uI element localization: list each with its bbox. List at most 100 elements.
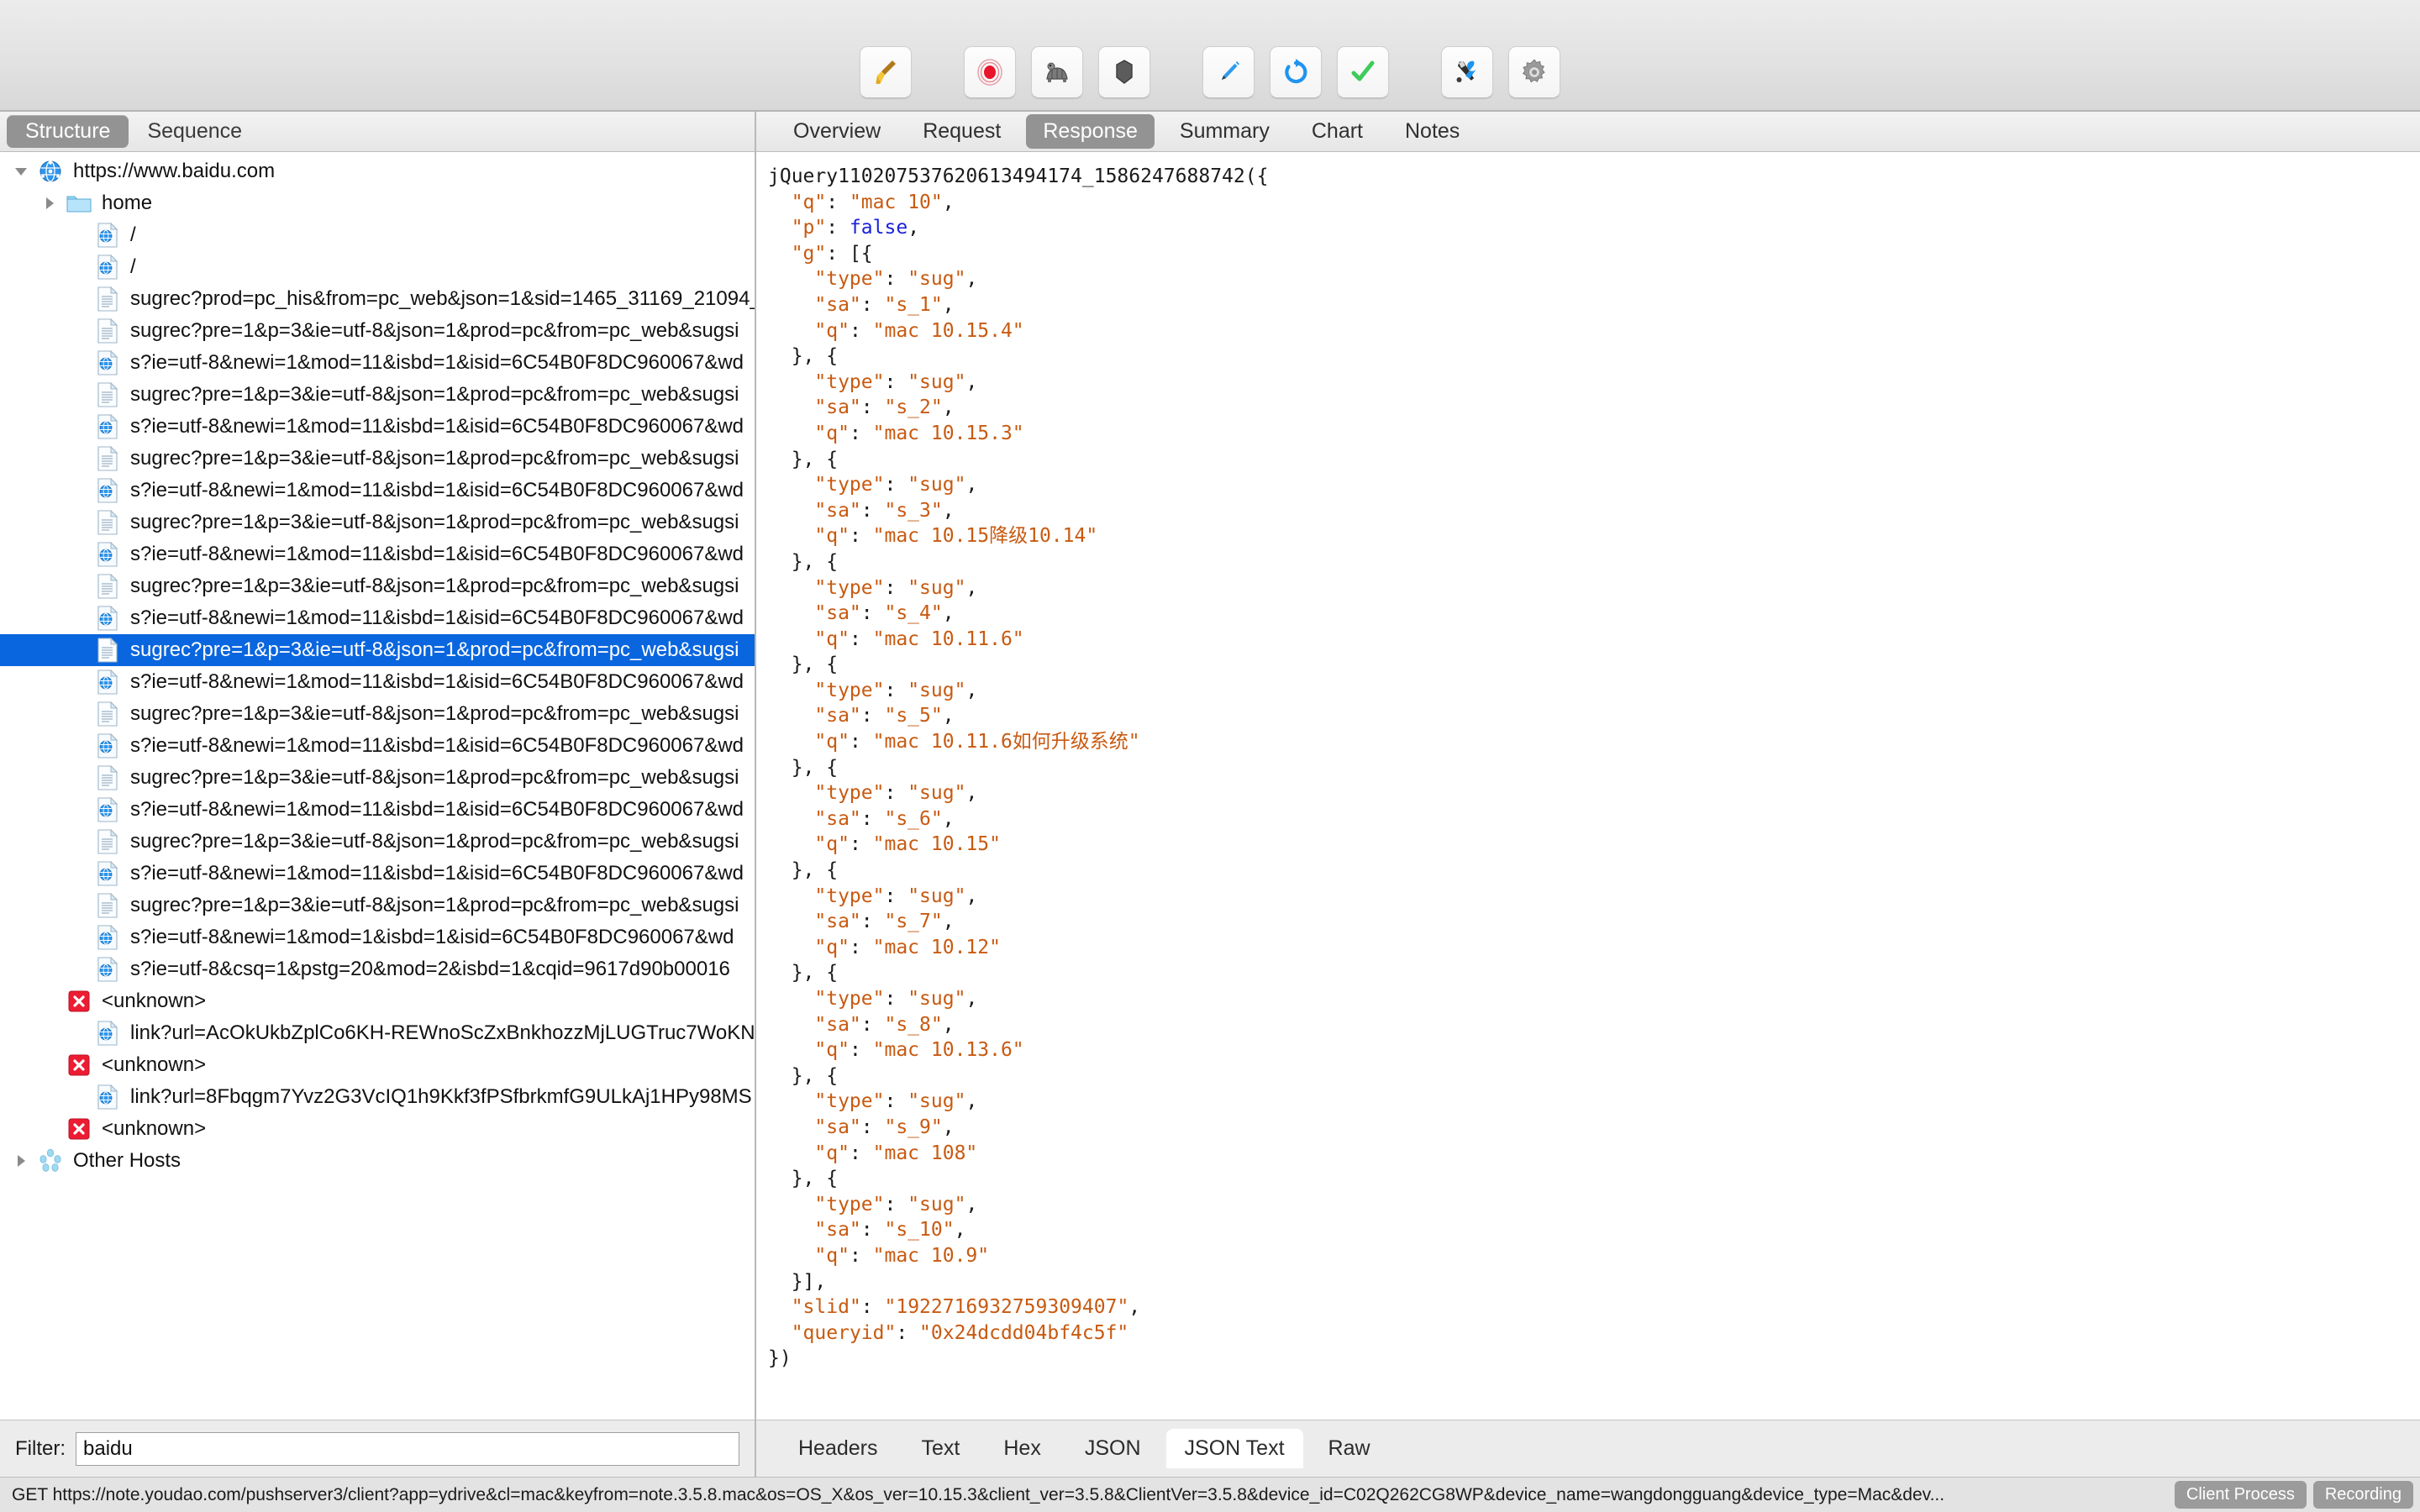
clear-broom-icon-button[interactable] <box>860 46 912 98</box>
settings-gear-icon-button[interactable] <box>1508 46 1560 98</box>
tree-row[interactable]: s?ie=utf-8&newi=1&mod=11&isbd=1&isid=6C5… <box>0 538 755 570</box>
tree-row-label: <unknown> <box>102 1117 207 1140</box>
tab-overview[interactable]: Overview <box>776 114 897 149</box>
record-icon <box>973 55 1007 89</box>
tree-row[interactable]: / <box>0 251 755 283</box>
tree-row[interactable]: sugrec?pre=1&p=3&ie=utf-8&json=1&prod=pc… <box>0 698 755 730</box>
tree-row[interactable]: link?url=AcOkUkbZplCo6KH-REWnoScZxBnkhoz… <box>0 1017 755 1049</box>
compose-pen-icon-button[interactable] <box>1202 46 1255 98</box>
tab-chart[interactable]: Chart <box>1295 114 1380 149</box>
tab-notes[interactable]: Notes <box>1388 114 1476 149</box>
tab-headers[interactable]: Headers <box>780 1429 897 1468</box>
page-doc-icon <box>92 510 123 535</box>
tree-row[interactable]: sugrec?pre=1&p=3&ie=utf-8&json=1&prod=pc… <box>0 379 755 411</box>
page-web-icon <box>92 1021 123 1046</box>
tree-row[interactable]: sugrec?pre=1&p=3&ie=utf-8&json=1&prod=pc… <box>0 570 755 602</box>
tree-row[interactable]: s?ie=utf-8&newi=1&mod=11&isbd=1&isid=6C5… <box>0 411 755 443</box>
compose-pen-icon <box>1212 55 1245 89</box>
filter-input[interactable] <box>76 1431 739 1466</box>
tree-row[interactable]: https://www.baidu.com <box>0 155 755 187</box>
record-icon-button[interactable] <box>964 46 1016 98</box>
tree-row[interactable]: s?ie=utf-8&newi=1&mod=11&isbd=1&isid=6C5… <box>0 475 755 507</box>
tree-row[interactable]: / <box>0 219 755 251</box>
tree-row-label: sugrec?prod=pc_his&from=pc_web&json=1&si… <box>130 287 755 310</box>
error-x-icon <box>64 1117 94 1141</box>
repeat-refresh-icon-button[interactable] <box>1270 46 1322 98</box>
tree-row[interactable]: <unknown> <box>0 985 755 1017</box>
disclosure-triangle-icon[interactable] <box>35 195 64 212</box>
error-x-icon <box>64 1053 94 1077</box>
tree-row[interactable]: <unknown> <box>0 1113 755 1145</box>
tab-json-text[interactable]: JSON Text <box>1165 1429 1303 1468</box>
tree-row-label: Other Hosts <box>73 1149 182 1172</box>
page-web-icon <box>92 733 123 759</box>
tree-row-label: s?ie=utf-8&csq=1&pstg=20&mod=2&isbd=1&cq… <box>130 958 730 980</box>
tree-row[interactable]: s?ie=utf-8&newi=1&mod=11&isbd=1&isid=6C5… <box>0 794 755 826</box>
tree-row[interactable]: sugrec?pre=1&p=3&ie=utf-8&json=1&prod=pc… <box>0 315 755 347</box>
tree-row[interactable]: s?ie=utf-8&csq=1&pstg=20&mod=2&isbd=1&cq… <box>0 953 755 985</box>
tools-icon-button[interactable] <box>1441 46 1493 98</box>
folder-icon <box>64 192 94 214</box>
tree-row-label: s?ie=utf-8&newi=1&mod=11&isbd=1&isid=6C5… <box>130 479 744 501</box>
tree-row[interactable]: s?ie=utf-8&newi=1&mod=11&isbd=1&isid=6C5… <box>0 347 755 379</box>
page-doc-icon <box>92 446 123 471</box>
tab-response[interactable]: Response <box>1026 114 1155 149</box>
validate-check-icon <box>1346 55 1380 89</box>
tab-sequence[interactable]: Sequence <box>129 115 260 149</box>
tree-row[interactable]: sugrec?prod=pc_his&from=pc_web&json=1&si… <box>0 283 755 315</box>
main-toolbar <box>0 0 2420 112</box>
page-doc-icon <box>92 638 123 663</box>
tab-hex[interactable]: Hex <box>985 1429 1059 1468</box>
tree-row-label: s?ie=utf-8&newi=1&mod=1&isbd=1&isid=6C54… <box>130 926 734 948</box>
throttle-turtle-icon-button[interactable] <box>1031 46 1083 98</box>
tab-text[interactable]: Text <box>903 1429 979 1468</box>
tab-structure[interactable]: Structure <box>7 114 129 149</box>
other-hosts-icon <box>35 1148 66 1173</box>
tree-row-selected[interactable]: sugrec?pre=1&p=3&ie=utf-8&json=1&prod=pc… <box>0 634 755 666</box>
tree-row[interactable]: sugrec?pre=1&p=3&ie=utf-8&json=1&prod=pc… <box>0 762 755 794</box>
tree-row[interactable]: s?ie=utf-8&newi=1&mod=1&isbd=1&isid=6C54… <box>0 921 755 953</box>
page-web-icon <box>92 606 123 631</box>
tree-row[interactable]: s?ie=utf-8&newi=1&mod=11&isbd=1&isid=6C5… <box>0 858 755 890</box>
disclosure-triangle-icon[interactable] <box>7 163 35 180</box>
tree-row-label: link?url=8Fbqgm7Yvz2G3VcIQ1h9Kkf3fPSfbrk… <box>130 1085 752 1108</box>
disclosure-triangle-icon[interactable] <box>7 1152 35 1169</box>
response-body-area[interactable]: jQuery110207537620613494174_158624768874… <box>756 152 2420 1420</box>
tree-row-label: s?ie=utf-8&newi=1&mod=11&isbd=1&isid=6C5… <box>130 670 744 693</box>
status-chip-client-process[interactable]: Client Process <box>2174 1481 2307 1509</box>
tree-row[interactable]: s?ie=utf-8&newi=1&mod=11&isbd=1&isid=6C5… <box>0 602 755 634</box>
toolbar-group-settings <box>1441 46 1560 98</box>
tools-icon <box>1450 55 1484 89</box>
tree-row-label: link?url=AcOkUkbZplCo6KH-REWnoScZxBnkhoz… <box>130 1021 755 1044</box>
tree-row-label: s?ie=utf-8&newi=1&mod=11&isbd=1&isid=6C5… <box>130 798 744 821</box>
tree-row[interactable]: sugrec?pre=1&p=3&ie=utf-8&json=1&prod=pc… <box>0 443 755 475</box>
tree-row[interactable]: sugrec?pre=1&p=3&ie=utf-8&json=1&prod=pc… <box>0 826 755 858</box>
throttle-turtle-icon <box>1040 55 1074 89</box>
tab-json[interactable]: JSON <box>1066 1429 1160 1468</box>
tree-row[interactable]: s?ie=utf-8&newi=1&mod=11&isbd=1&isid=6C5… <box>0 666 755 698</box>
tab-request[interactable]: Request <box>906 114 1018 149</box>
tree-row[interactable]: Other Hosts <box>0 1145 755 1177</box>
tree-row[interactable]: sugrec?pre=1&p=3&ie=utf-8&json=1&prod=pc… <box>0 507 755 538</box>
tree-row[interactable]: home <box>0 187 755 219</box>
status-chip-recording[interactable]: Recording <box>2312 1481 2413 1509</box>
tree-row[interactable]: sugrec?pre=1&p=3&ie=utf-8&json=1&prod=pc… <box>0 890 755 921</box>
tree-row-label: s?ie=utf-8&newi=1&mod=11&isbd=1&isid=6C5… <box>130 862 744 885</box>
tree-row[interactable]: s?ie=utf-8&newi=1&mod=11&isbd=1&isid=6C5… <box>0 730 755 762</box>
tree-row[interactable]: <unknown> <box>0 1049 755 1081</box>
page-web-icon <box>92 350 123 375</box>
validate-check-icon-button[interactable] <box>1337 46 1389 98</box>
json-text-view: jQuery110207537620613494174_158624768874… <box>768 165 1269 1370</box>
tree-row-label: sugrec?pre=1&p=3&ie=utf-8&json=1&prod=pc… <box>130 766 739 789</box>
toolbar-button-groups <box>860 46 1560 98</box>
session-tree[interactable]: https://www.baidu.com home / / sugrec?pr… <box>0 152 755 1420</box>
tree-row-label: sugrec?pre=1&p=3&ie=utf-8&json=1&prod=pc… <box>130 702 739 725</box>
structure-sequence-tabbar: Structure Sequence <box>0 112 755 152</box>
breakpoints-icon-button[interactable] <box>1098 46 1150 98</box>
tree-row[interactable]: link?url=8Fbqgm7Yvz2G3VcIQ1h9Kkf3fPSfbrk… <box>0 1081 755 1113</box>
filter-bar: Filter: <box>0 1420 755 1477</box>
tree-row-label: s?ie=utf-8&newi=1&mod=11&isbd=1&isid=6C5… <box>130 415 744 438</box>
page-doc-icon <box>92 765 123 790</box>
tab-summary[interactable]: Summary <box>1163 114 1286 149</box>
tab-raw[interactable]: Raw <box>1310 1429 1389 1468</box>
